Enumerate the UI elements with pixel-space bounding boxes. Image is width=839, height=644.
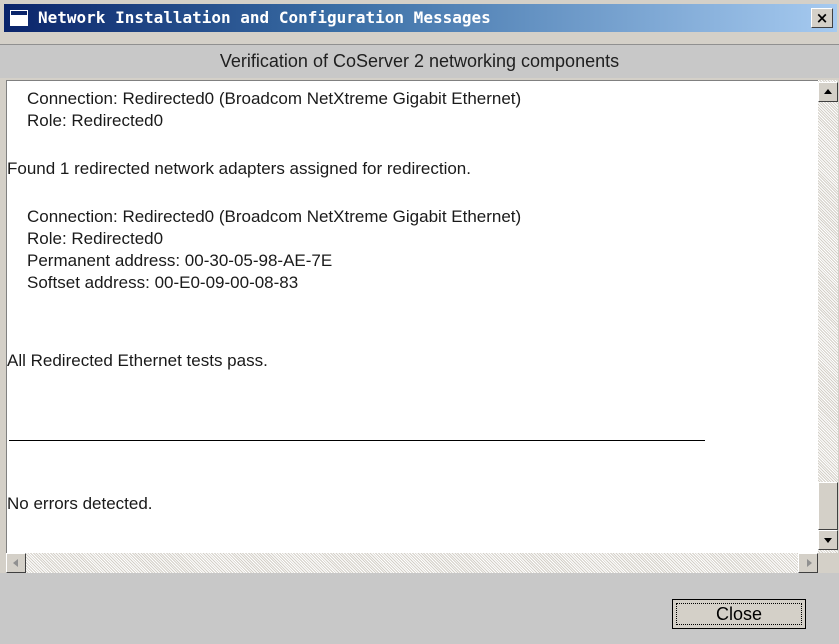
log-line: All Redirected Ethernet tests pass. <box>7 351 268 370</box>
scrollbar-corner <box>818 553 838 573</box>
horizontal-scrollbar[interactable] <box>6 553 818 573</box>
message-log[interactable]: Connection: Redirected0 (Broadcom NetXtr… <box>6 80 818 553</box>
button-bar: Close <box>0 573 839 644</box>
log-line: Connection: Redirected0 (Broadcom NetXtr… <box>27 207 522 226</box>
scroll-up-button[interactable] <box>818 82 838 102</box>
separator-line <box>9 440 705 441</box>
arrow-right-icon <box>807 559 812 567</box>
scroll-down-button[interactable] <box>818 530 838 550</box>
scroll-left-button[interactable] <box>6 553 26 573</box>
log-line: Permanent address: 00-30-05-98-AE-7E <box>27 251 333 270</box>
title-close-button[interactable]: × <box>811 8 833 28</box>
vertical-scroll-thumb[interactable] <box>818 482 838 530</box>
window-icon <box>10 10 28 26</box>
log-line: No errors detected. <box>7 494 153 513</box>
log-line: Role: Redirected0 <box>27 111 164 130</box>
log-line: Found 1 redirected network adapters assi… <box>7 159 471 178</box>
close-button[interactable]: Close <box>672 599 806 629</box>
log-line: Connection: Redirected0 (Broadcom NetXtr… <box>27 89 522 108</box>
window-title: Network Installation and Configuration M… <box>38 8 491 27</box>
title-bar[interactable]: Network Installation and Configuration M… <box>4 4 837 32</box>
log-line: Role: Redirected0 <box>27 229 164 248</box>
dialog-header: Verification of CoServer 2 networking co… <box>0 44 839 78</box>
log-line: Softset address: 00-E0-09-00-08-83 <box>27 273 299 292</box>
arrow-down-icon <box>824 538 832 543</box>
scroll-right-button[interactable] <box>798 553 818 573</box>
arrow-up-icon <box>824 89 832 94</box>
dialog-window: Network Installation and Configuration M… <box>0 0 839 644</box>
vertical-scrollbar[interactable] <box>818 80 838 553</box>
arrow-left-icon <box>13 559 18 567</box>
